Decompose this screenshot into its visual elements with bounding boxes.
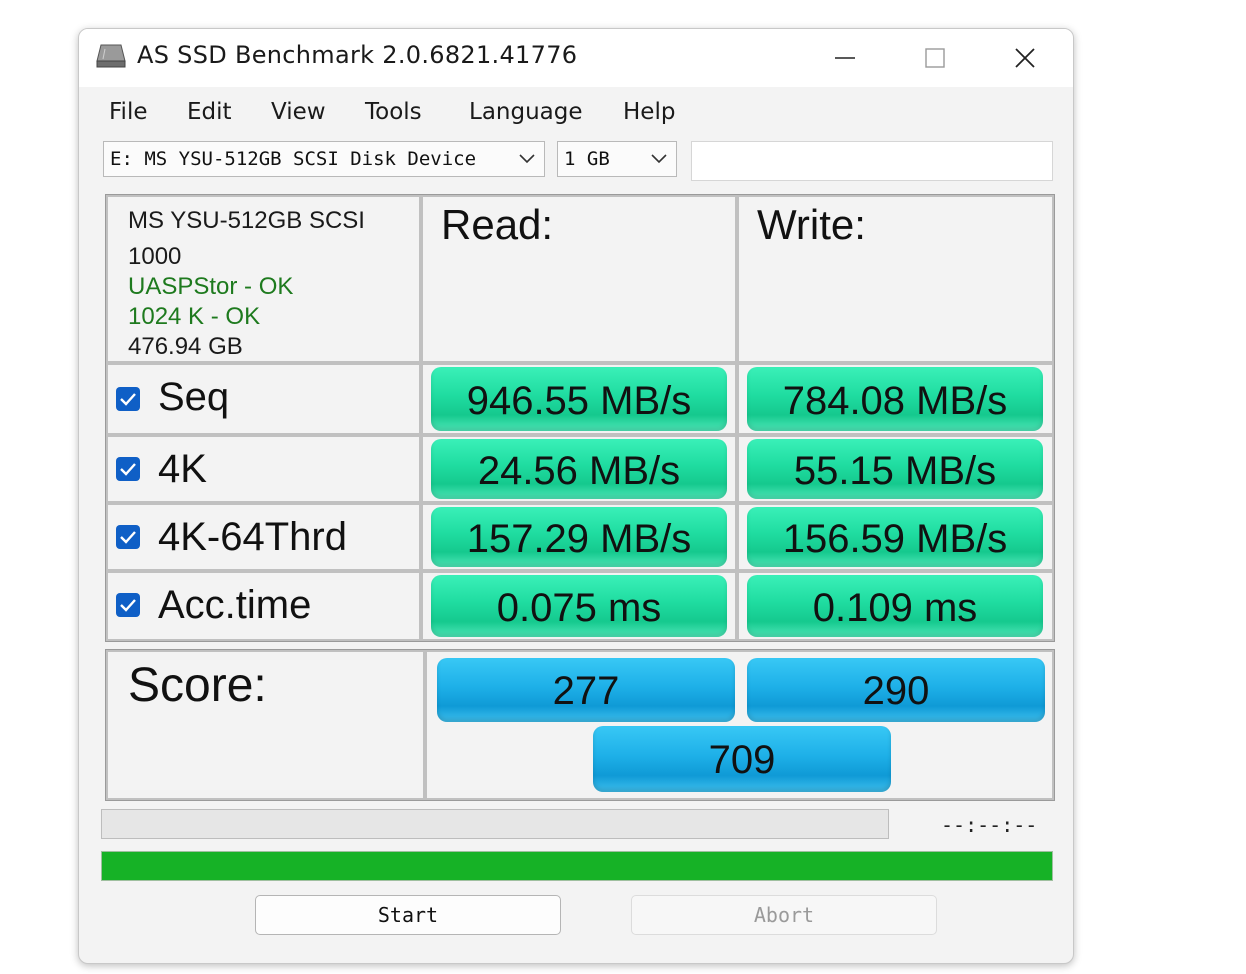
4k-64thrd-label: 4K-64Thrd — [158, 515, 347, 559]
score-values-cell: 277 290 709 — [427, 652, 1052, 798]
4k-label: 4K — [158, 447, 207, 491]
seq-write-cell: 784.08 MB/s — [739, 365, 1052, 433]
blank-field — [691, 141, 1053, 181]
4k-write-result: 55.15 MB/s — [747, 439, 1043, 499]
device-name: MS YSU-512GB SCSI — [128, 207, 365, 234]
elapsed-time: --:--:-- — [941, 813, 1038, 837]
device-firmware: 1000 — [128, 243, 182, 270]
minimize-button[interactable] — [825, 41, 865, 75]
drive-select[interactable]: E: MS YSU-512GB SCSI Disk Device — [103, 141, 545, 177]
overall-progress-bar — [101, 851, 1053, 881]
title-bar: AS SSD Benchmark 2.0.6821.41776 — [79, 29, 1073, 87]
window-title: AS SSD Benchmark 2.0.6821.41776 — [137, 41, 578, 69]
4k-read-result: 24.56 MB/s — [431, 439, 727, 499]
results-grid: MS YSU-512GB SCSI 1000 UASPStor - OK 102… — [105, 194, 1055, 642]
app-drive-icon — [96, 44, 126, 68]
menu-help[interactable]: Help — [623, 99, 675, 125]
menu-language[interactable]: Language — [469, 99, 583, 125]
size-select-value: 1 GB — [564, 148, 610, 170]
chevron-down-icon — [519, 154, 535, 164]
maximize-button[interactable] — [915, 41, 955, 75]
checkmark-icon — [120, 463, 136, 476]
chevron-down-icon — [651, 154, 667, 164]
test-progress-bar — [101, 809, 889, 839]
read-score: 277 — [437, 658, 735, 722]
score-panel: Score: 277 290 709 — [105, 649, 1055, 801]
seq-label: Seq — [158, 375, 230, 419]
4k-64thrd-write-result: 156.59 MB/s — [747, 507, 1043, 567]
write-score: 290 — [747, 658, 1045, 722]
write-header-cell: Write: — [739, 197, 1052, 361]
device-capacity: 476.94 GB — [128, 333, 243, 360]
as-ssd-window: AS SSD Benchmark 2.0.6821.41776 File Edi… — [78, 28, 1074, 964]
abort-button[interactable]: Abort — [631, 895, 937, 935]
close-icon — [1015, 48, 1035, 68]
acc-time-write-result: 0.109 ms — [747, 575, 1043, 637]
minimize-icon — [835, 57, 855, 59]
test-row-4k-64thrd: 4K-64Thrd — [108, 505, 419, 569]
4k-read-cell: 24.56 MB/s — [423, 437, 735, 501]
drive-select-value: E: MS YSU-512GB SCSI Disk Device — [110, 148, 477, 170]
write-header: Write: — [757, 201, 866, 248]
4k-64thrd-read-cell: 157.29 MB/s — [423, 505, 735, 569]
test-row-4k: 4K — [108, 437, 419, 501]
acc-time-read-cell: 0.075 ms — [423, 573, 735, 639]
4k-64thrd-write-cell: 156.59 MB/s — [739, 505, 1052, 569]
device-info-panel: MS YSU-512GB SCSI 1000 UASPStor - OK 102… — [108, 197, 419, 361]
menu-bar: File Edit View Tools Language Help — [79, 87, 1073, 139]
4k-64thrd-checkbox[interactable] — [116, 525, 140, 549]
menu-tools[interactable]: Tools — [365, 99, 422, 125]
acc-time-write-cell: 0.109 ms — [739, 573, 1052, 639]
score-label: Score: — [128, 659, 267, 712]
acc-time-label: Acc.time — [158, 583, 312, 627]
total-score: 709 — [593, 726, 891, 792]
driver-status: UASPStor - OK — [128, 273, 294, 300]
checkmark-icon — [120, 393, 136, 406]
seq-read-result: 946.55 MB/s — [431, 367, 727, 431]
maximize-icon — [925, 48, 945, 68]
overall-progress-fill — [102, 852, 1052, 880]
4k-64thrd-read-result: 157.29 MB/s — [431, 507, 727, 567]
menu-edit[interactable]: Edit — [187, 99, 232, 125]
menu-file[interactable]: File — [109, 99, 148, 125]
seq-read-cell: 946.55 MB/s — [423, 365, 735, 433]
seq-checkbox[interactable] — [116, 387, 140, 411]
checkmark-icon — [120, 531, 136, 544]
seq-write-result: 784.08 MB/s — [747, 367, 1043, 431]
read-header-cell: Read: — [423, 197, 735, 361]
test-row-acc-time: Acc.time — [108, 573, 419, 639]
checkmark-icon — [120, 599, 136, 612]
menu-view[interactable]: View — [271, 99, 326, 125]
4k-checkbox[interactable] — [116, 457, 140, 481]
alignment-status: 1024 K - OK — [128, 303, 261, 330]
score-label-cell: Score: — [108, 652, 423, 798]
size-select[interactable]: 1 GB — [557, 141, 677, 177]
read-header: Read: — [441, 201, 554, 248]
close-button[interactable] — [1005, 41, 1045, 75]
4k-write-cell: 55.15 MB/s — [739, 437, 1052, 501]
acc-time-checkbox[interactable] — [116, 593, 140, 617]
start-button[interactable]: Start — [255, 895, 561, 935]
test-row-seq: Seq — [108, 365, 419, 433]
acc-time-read-result: 0.075 ms — [431, 575, 727, 637]
